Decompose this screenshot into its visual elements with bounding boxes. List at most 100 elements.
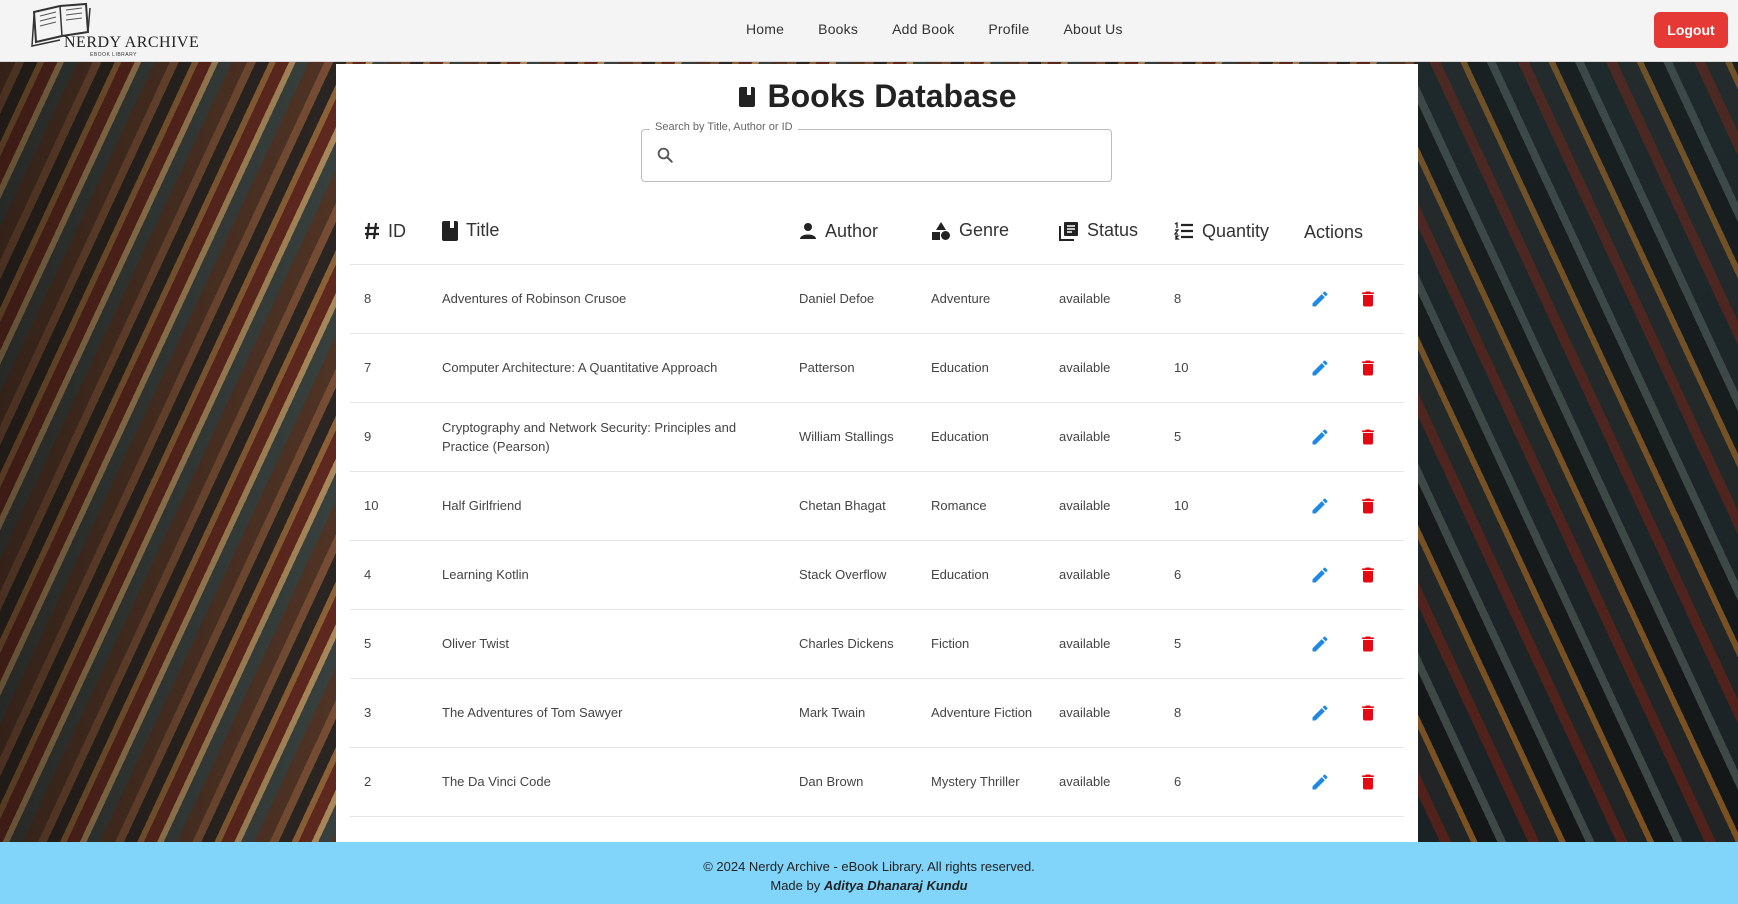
cell-genre: Adventure Fiction — [917, 678, 1045, 748]
footer-credit: Made by Aditya Dhanaraj Kundu — [0, 876, 1738, 895]
nav-home[interactable]: Home — [746, 21, 784, 37]
table-row: 7 Computer Architecture: A Quantitative A… — [350, 333, 1404, 403]
row-actions — [1304, 772, 1394, 792]
cell-status: available — [1045, 402, 1160, 472]
table-row: 9 Cryptography and Network Security: Prin… — [350, 402, 1404, 472]
cell-status: available — [1045, 264, 1160, 334]
header-genre[interactable]: Genre — [917, 202, 1045, 265]
header-author[interactable]: Author — [785, 202, 917, 265]
cell-status: available — [1045, 333, 1160, 403]
cell-author: Dan Brown — [785, 747, 917, 817]
cell-id: 7 — [350, 333, 428, 403]
header-genre-label: Genre — [959, 220, 1010, 240]
library-books-icon — [1059, 221, 1078, 241]
edit-icon[interactable] — [1310, 772, 1330, 792]
header-title-label: Title — [466, 220, 500, 240]
header-quantity[interactable]: Quantity — [1160, 202, 1290, 265]
row-actions — [1304, 565, 1394, 585]
delete-icon[interactable] — [1358, 565, 1378, 585]
header-quantity-label: Quantity — [1202, 220, 1270, 241]
cell-genre: Education — [917, 402, 1045, 472]
cell-quantity: 8 — [1160, 678, 1290, 748]
books-database-card: Books Database Search by Title, Author o… — [336, 64, 1418, 842]
cell-title: Oliver Twist — [428, 609, 785, 679]
delete-icon[interactable] — [1358, 496, 1378, 516]
cell-author: Daniel Defoe — [785, 264, 917, 334]
delete-icon[interactable] — [1358, 772, 1378, 792]
brand-name: NERDY ARCHIVE — [64, 34, 200, 51]
delete-icon[interactable] — [1358, 289, 1378, 309]
cell-status: available — [1045, 609, 1160, 679]
cell-actions — [1290, 609, 1404, 679]
row-actions — [1304, 703, 1394, 723]
delete-icon[interactable] — [1358, 634, 1378, 654]
footer-made-by: Made by — [770, 878, 821, 893]
cell-id: 2 — [350, 747, 428, 817]
cell-genre: Education — [917, 333, 1045, 403]
table-row: 4 Learning Kotlin Stack Overflow Education a… — [350, 540, 1404, 610]
edit-icon[interactable] — [1310, 634, 1330, 654]
page-footer: © 2024 Nerdy Archive - eBook Library. Al… — [0, 842, 1738, 904]
edit-icon[interactable] — [1310, 358, 1330, 378]
table-row: 5 Oliver Twist Charles Dickens Fiction avail… — [350, 609, 1404, 679]
cell-id: 4 — [350, 540, 428, 610]
edit-icon[interactable] — [1310, 703, 1330, 723]
cell-title: Half Girlfriend — [428, 471, 785, 541]
edit-icon[interactable] — [1310, 427, 1330, 447]
cell-title: Computer Architecture: A Quantitative Ap… — [428, 333, 785, 403]
header-status-label: Status — [1087, 220, 1139, 240]
cell-genre — [917, 816, 1045, 842]
cell-status: available — [1045, 540, 1160, 610]
cell-actions — [1290, 747, 1404, 817]
cell-quantity: 5 — [1160, 609, 1290, 679]
cell-status: available — [1045, 747, 1160, 817]
logout-button[interactable]: Logout — [1654, 12, 1728, 48]
edit-icon[interactable] — [1310, 496, 1330, 516]
nav-add-book[interactable]: Add Book — [892, 21, 954, 37]
row-actions — [1304, 427, 1394, 447]
nav-books[interactable]: Books — [818, 21, 858, 37]
cell-genre: Adventure — [917, 264, 1045, 334]
search-input[interactable] — [686, 138, 1096, 174]
main-nav: Home Books Add Book Profile About Us — [746, 0, 1157, 58]
cell-author: Charles Dickens — [785, 609, 917, 679]
cell-author: Stack Overflow — [785, 540, 917, 610]
cell-title: The Da Vinci Code — [428, 747, 785, 817]
table-header-row: ID Title Author Genre Status Quantity Ac… — [350, 202, 1404, 265]
cell-title: Cryptography and Network Security: Princ… — [428, 402, 785, 472]
cell-actions — [1290, 402, 1404, 472]
cell-title: Adventures of Robinson Crusoe — [428, 264, 785, 334]
cell-quantity: 10 — [1160, 333, 1290, 403]
header-status[interactable]: Status — [1045, 202, 1160, 265]
edit-icon[interactable] — [1310, 289, 1330, 309]
cell-quantity — [1160, 816, 1290, 842]
cell-genre: Mystery Thriller — [917, 747, 1045, 817]
table-row: 8 Adventures of Robinson Crusoe Daniel Def… — [350, 264, 1404, 334]
cell-actions — [1290, 471, 1404, 541]
search-icon — [657, 147, 673, 163]
nav-about-us[interactable]: About Us — [1063, 21, 1122, 37]
cell-title: The Adventures of Tom Sawyer — [428, 678, 785, 748]
row-actions — [1304, 358, 1394, 378]
cell-id: 3 — [350, 678, 428, 748]
cell-genre: Education — [917, 540, 1045, 610]
numbered-list-icon — [1174, 222, 1193, 240]
cell-actions — [1290, 333, 1404, 403]
nav-profile[interactable]: Profile — [988, 21, 1029, 37]
background-image-right — [1418, 62, 1738, 842]
header-title[interactable]: Title — [428, 202, 785, 265]
cell-id: 10 — [350, 471, 428, 541]
search-field[interactable]: Search by Title, Author or ID — [641, 121, 1112, 182]
edit-icon[interactable] — [1310, 565, 1330, 585]
hash-icon — [365, 222, 379, 240]
page-title-text: Books Database — [767, 78, 1017, 114]
cell-quantity: 6 — [1160, 540, 1290, 610]
brand-logo[interactable]: NERDY ARCHIVE EBOOK LIBRARY — [30, 2, 200, 60]
delete-icon[interactable] — [1358, 703, 1378, 723]
header-id[interactable]: ID — [350, 202, 428, 265]
cell-author: F. Scott — [785, 816, 917, 842]
books-table-body: 8 Adventures of Robinson Crusoe Daniel Def… — [350, 264, 1404, 842]
cell-quantity: 10 — [1160, 471, 1290, 541]
delete-icon[interactable] — [1358, 427, 1378, 447]
delete-icon[interactable] — [1358, 358, 1378, 378]
